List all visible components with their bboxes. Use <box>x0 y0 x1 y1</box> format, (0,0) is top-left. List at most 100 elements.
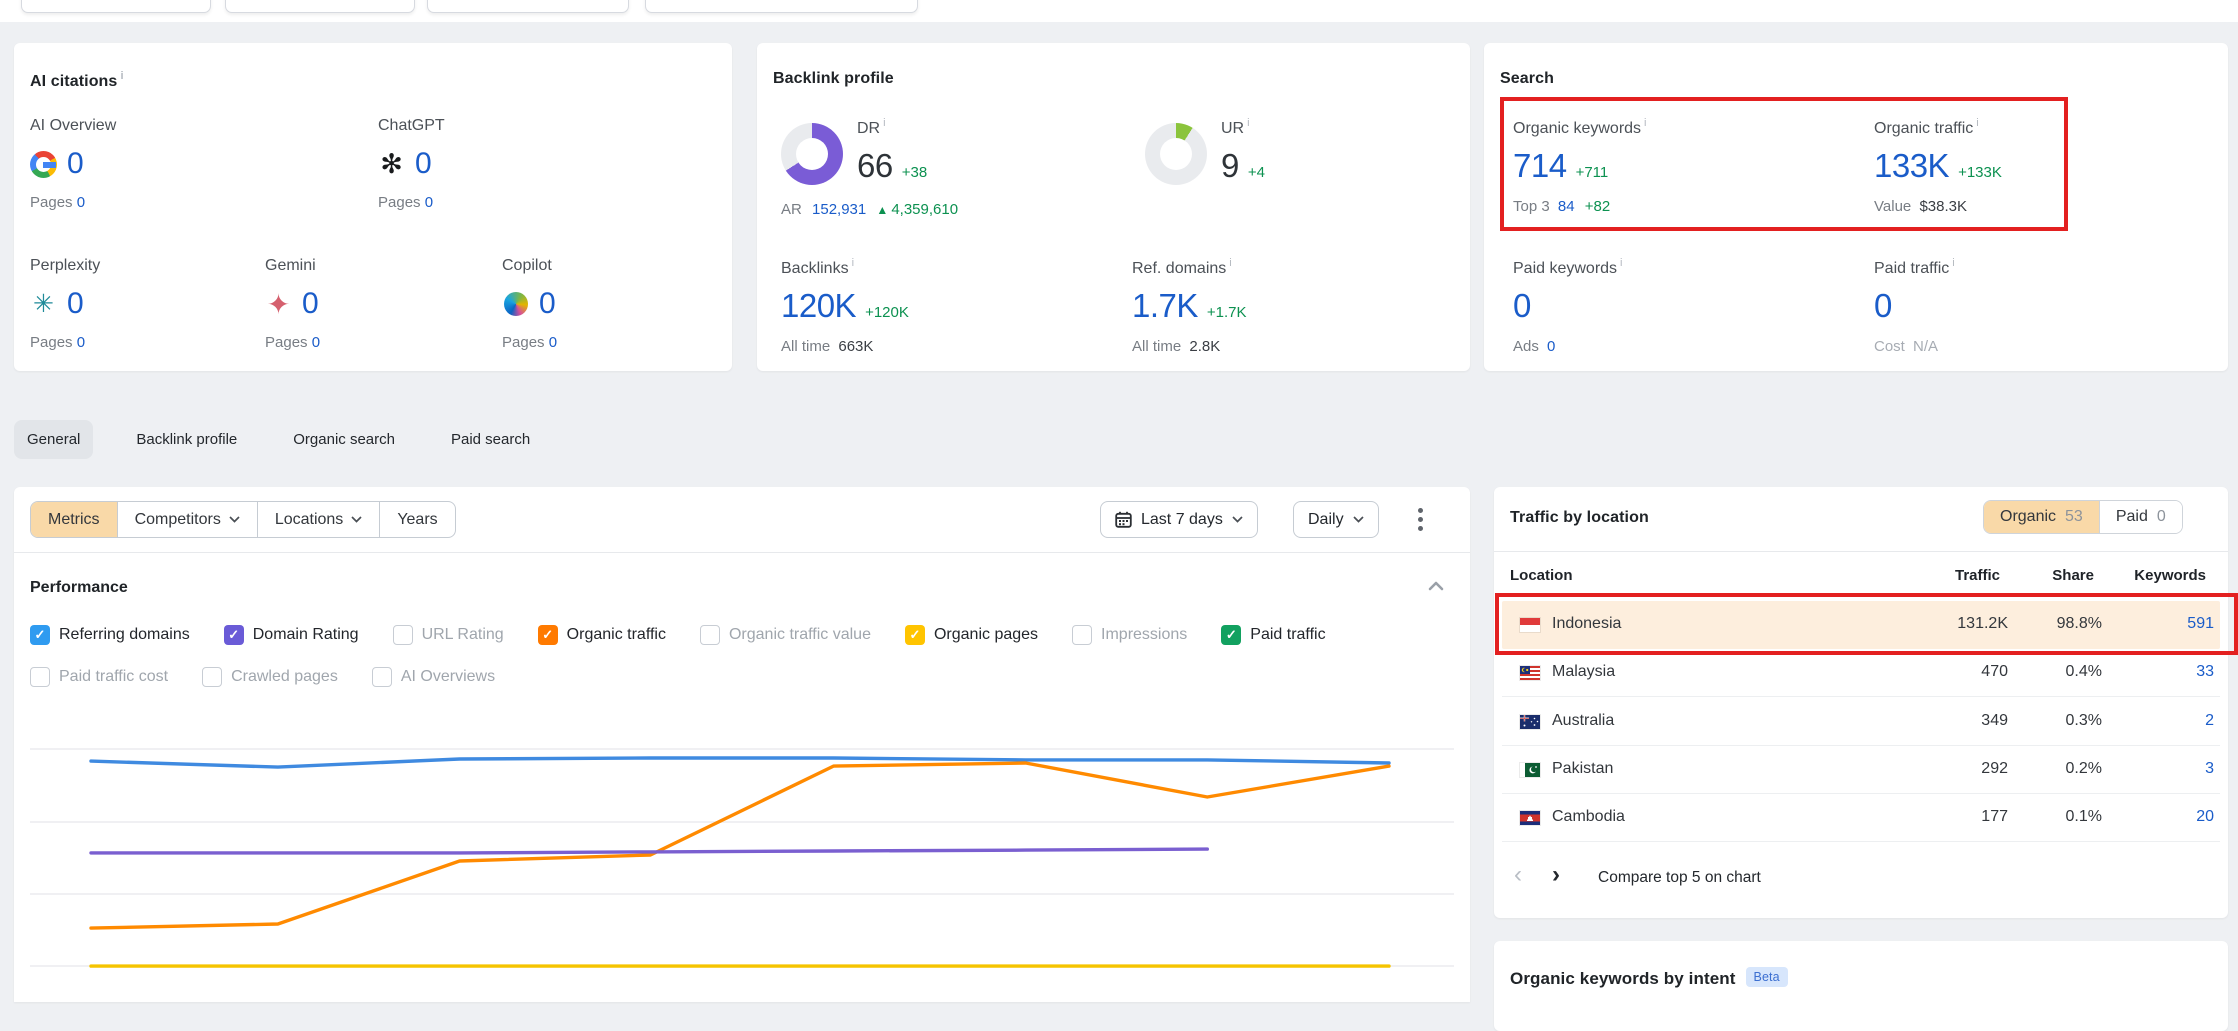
info-icon: i <box>1229 257 1231 269</box>
keywords-link[interactable]: 33 <box>2122 663 2214 681</box>
keywords-link[interactable]: 3 <box>2122 760 2214 778</box>
tab-backlink-profile[interactable]: Backlink profile <box>123 420 250 459</box>
more-options-kebab-menu[interactable] <box>1414 504 1427 535</box>
metric-label: Referring domains <box>59 626 190 644</box>
locations-segment[interactable]: Locations <box>257 502 380 537</box>
domain-input-box-4[interactable] <box>645 0 918 13</box>
metrics-segment[interactable]: Metrics <box>31 502 117 537</box>
unchecked-checkbox-icon[interactable] <box>202 667 222 687</box>
pagination-prev-button[interactable]: ‹ <box>1514 863 1522 887</box>
ai-overview-value[interactable]: 0 <box>67 147 83 181</box>
copilot-metric: Copilot 0 Pages 0 <box>502 257 557 351</box>
checked-checkbox-icon[interactable]: ✓ <box>538 625 558 645</box>
metric-toggle-referring-domains[interactable]: ✓ Referring domains <box>30 625 190 645</box>
metric-toggle-paid-traffic[interactable]: ✓Paid traffic <box>1221 625 1325 645</box>
location-row-pakistan[interactable]: Pakistan 292 0.2% 3 <box>1502 746 2220 794</box>
chart-line-domain-rating <box>91 849 1207 853</box>
top3-link[interactable]: 84 <box>1558 198 1575 215</box>
metric-toggle-paid-traffic-cost[interactable]: Paid traffic cost <box>30 667 168 687</box>
unchecked-checkbox-icon[interactable] <box>393 625 413 645</box>
competitors-segment[interactable]: Competitors <box>117 502 257 537</box>
metric-toggle-ai-overviews[interactable]: AI Overviews <box>372 667 495 687</box>
domain-input-box-2[interactable] <box>225 0 415 13</box>
chevron-down-icon <box>1232 516 1243 523</box>
metric-toggles-row-2: Paid traffic cost Crawled pages AI Overvie… <box>30 665 495 689</box>
unchecked-checkbox-icon[interactable] <box>700 625 720 645</box>
gemini-value[interactable]: 0 <box>302 287 318 321</box>
keywords-by-intent-card: Organic keywords by intentBeta <box>1494 941 2228 1031</box>
unchecked-checkbox-icon[interactable] <box>1072 625 1092 645</box>
info-icon: i <box>1952 257 1954 269</box>
perplexity-icon <box>30 291 57 318</box>
ai-overview-pages-link[interactable]: 0 <box>77 194 85 211</box>
tab-paid-search[interactable]: Paid search <box>438 420 543 459</box>
collapse-chevron-up-icon[interactable] <box>1428 581 1444 591</box>
chart-line-referring-domains <box>91 758 1389 767</box>
view-segmented-control: Metrics Competitors Locations Years <box>30 501 456 538</box>
organic-keywords-value-link[interactable]: 714 <box>1513 147 1567 185</box>
paid-keywords-value-link[interactable]: 0 <box>1513 287 1531 325</box>
copilot-pages-link[interactable]: 0 <box>549 334 557 351</box>
years-segment[interactable]: Years <box>379 502 454 537</box>
ref-domains-value-link[interactable]: 1.7K <box>1132 287 1198 325</box>
overview-chart-card: Metrics Competitors Locations Years Last… <box>14 487 1470 1002</box>
unchecked-checkbox-icon[interactable] <box>30 667 50 687</box>
gemini-icon <box>265 291 292 318</box>
keywords-link[interactable]: 2 <box>2122 712 2214 730</box>
pagination-next-button[interactable]: › <box>1552 863 1560 887</box>
location-row-malaysia[interactable]: Malaysia 470 0.4% 33 <box>1502 649 2220 697</box>
tab-general[interactable]: General <box>14 420 93 459</box>
metric-toggle-organic-pages[interactable]: ✓Organic pages <box>905 625 1038 645</box>
checked-checkbox-icon[interactable]: ✓ <box>224 625 244 645</box>
location-row-cambodia[interactable]: Cambodia 177 0.1% 20 <box>1502 794 2220 842</box>
metric-toggle-organic-traffic[interactable]: ✓ Organic traffic <box>538 625 666 645</box>
chatgpt-value[interactable]: 0 <box>415 147 431 181</box>
metric-toggle-organic-traffic-value[interactable]: Organic traffic value <box>700 625 871 645</box>
domain-input-box-1[interactable] <box>21 0 211 13</box>
perplexity-pages-link[interactable]: 0 <box>77 334 85 351</box>
pakistan-flag-icon <box>1520 763 1540 777</box>
performance-line-chart <box>14 690 1470 1002</box>
perplexity-value[interactable]: 0 <box>67 287 83 321</box>
perplexity-metric: Perplexity 0 Pages 0 <box>30 257 100 351</box>
ar-value-link[interactable]: 152,931 <box>812 201 866 218</box>
gemini-pages-link[interactable]: 0 <box>312 334 320 351</box>
organic-toggle-segment[interactable]: Organic 53 <box>1984 501 2099 533</box>
ads-link[interactable]: 0 <box>1547 338 1555 355</box>
performance-title: Performance <box>30 579 128 597</box>
checked-checkbox-icon[interactable]: ✓ <box>905 625 925 645</box>
organic-traffic-value-link[interactable]: 133K <box>1874 147 1949 185</box>
keywords-link[interactable]: 591 <box>2122 615 2214 633</box>
metric-toggle-crawled-pages[interactable]: Crawled pages <box>202 667 338 687</box>
checked-checkbox-icon[interactable]: ✓ <box>1221 625 1241 645</box>
metric-toggle-domain-rating[interactable]: ✓Domain Rating <box>224 625 359 645</box>
metric-label: AI Overviews <box>401 668 495 686</box>
paid-keywords-metric: Paid keywordsi 0 Ads 0 <box>1513 257 1623 355</box>
metric-toggles-row-1: ✓ Referring domains ✓Domain Rating URL Rati… <box>30 623 1326 647</box>
chevron-down-icon <box>229 516 240 523</box>
top-strip <box>0 0 2238 22</box>
ur-metric: URi 9 +4 <box>1221 117 1265 185</box>
metric-toggle-impressions[interactable]: Impressions <box>1072 625 1187 645</box>
compare-top5-button[interactable]: Compare top 5 on chart <box>1598 869 1761 887</box>
copilot-value[interactable]: 0 <box>539 287 555 321</box>
australia-flag-icon <box>1520 715 1540 729</box>
granularity-button[interactable]: Daily <box>1293 501 1379 538</box>
checked-checkbox-icon[interactable]: ✓ <box>30 625 50 645</box>
metric-toggle-url-rating[interactable]: URL Rating <box>393 625 504 645</box>
location-row-indonesia[interactable]: Indonesia 131.2K 98.8% 591 <box>1502 601 2220 649</box>
backlinks-value-link[interactable]: 120K <box>781 287 856 325</box>
unchecked-checkbox-icon[interactable] <box>372 667 392 687</box>
chart-line-organic-traffic <box>91 763 1389 928</box>
search-card: Search Organic keywordsi 714 +711 Top 3 … <box>1484 43 2228 371</box>
metric-label: Organic traffic <box>567 626 666 644</box>
tab-organic-search[interactable]: Organic search <box>280 420 408 459</box>
date-range-button[interactable]: Last 7 days <box>1100 501 1258 538</box>
chatgpt-pages-link[interactable]: 0 <box>425 194 433 211</box>
domain-input-box-3[interactable] <box>427 0 629 13</box>
keywords-link[interactable]: 20 <box>2122 808 2214 826</box>
paid-traffic-value-link[interactable]: 0 <box>1874 287 1892 325</box>
chevron-down-icon <box>1353 516 1364 523</box>
paid-toggle-segment[interactable]: Paid 0 <box>2099 501 2182 533</box>
location-row-australia[interactable]: Australia 349 0.3% 2 <box>1502 698 2220 746</box>
